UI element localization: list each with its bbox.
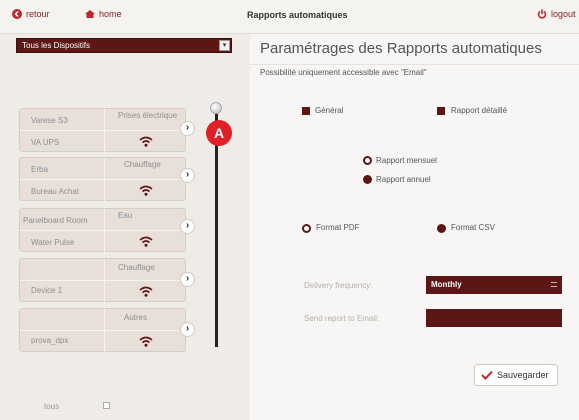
email-input[interactable] xyxy=(426,309,562,327)
device-category: Chauffage xyxy=(118,263,155,272)
menu-handle-icon xyxy=(551,282,557,287)
wifi-icon xyxy=(139,136,153,147)
device-category: Autres xyxy=(124,313,148,322)
checkmark-icon xyxy=(481,370,493,380)
device-site: Panelboard Room xyxy=(23,216,88,225)
device-card[interactable]: Panelboard Room Eau Water Pulse xyxy=(19,208,187,253)
device-name: Device 1 xyxy=(31,286,63,295)
send-email-label: Send report to Email: xyxy=(304,314,380,323)
dropdown-arrow-icon[interactable]: ▾ xyxy=(219,40,230,51)
home-icon xyxy=(85,10,95,18)
divider xyxy=(250,64,579,65)
save-label: Sauvegarder xyxy=(497,370,549,380)
device-card[interactable]: Erba Chauffage Bureau Achat xyxy=(19,157,187,202)
device-filter-value: Tous les Dispositifs xyxy=(22,41,91,50)
logout-label: logout xyxy=(551,9,576,19)
settings-subtitle: Possibilité uniquement accessible avec "… xyxy=(260,68,427,77)
general-label: Général xyxy=(315,106,344,115)
detailed-checkbox[interactable] xyxy=(437,107,445,115)
expand-chevron-icon[interactable]: › xyxy=(180,168,195,183)
back-arrow-icon xyxy=(12,9,22,19)
expand-chevron-icon[interactable]: › xyxy=(180,272,195,287)
device-card[interactable]: Chauffage Device 1 xyxy=(19,258,187,303)
device-card[interactable]: Varese S3 Prises électrique VA UPS xyxy=(19,108,187,153)
device-name: Water Pulse xyxy=(31,238,75,247)
expand-chevron-icon[interactable]: › xyxy=(180,121,195,136)
device-name: VA UPS xyxy=(31,138,60,147)
select-all-checkbox[interactable] xyxy=(103,402,110,409)
save-button[interactable]: Sauvegarder xyxy=(474,364,558,386)
device-category: Prises électrique xyxy=(118,111,178,120)
csv-radio[interactable] xyxy=(437,224,446,233)
home-link[interactable]: home xyxy=(85,9,122,19)
csv-label: Format CSV xyxy=(451,223,496,232)
delivery-frequency-label: Delivery frequency: xyxy=(304,281,373,290)
logout-link[interactable]: logout xyxy=(537,9,576,19)
device-site: Varese S3 xyxy=(31,116,68,125)
settings-title: Paramétrages des Rapports automatiques xyxy=(260,40,542,57)
yearly-label: Rapport annuel xyxy=(376,175,431,184)
wifi-icon xyxy=(139,185,153,196)
settings-panel xyxy=(250,34,579,420)
wifi-icon xyxy=(139,286,153,297)
device-site: Erba xyxy=(31,165,48,174)
device-card[interactable]: Autres prova_dpx xyxy=(19,308,187,353)
expand-chevron-icon[interactable]: › xyxy=(180,219,195,234)
device-name: Bureau Achat xyxy=(31,187,80,196)
page-title: Rapports automatiques xyxy=(247,10,348,20)
annotation-marker-a: A xyxy=(206,120,232,146)
device-category: Eau xyxy=(118,211,133,220)
device-filter-select[interactable]: Tous les Dispositifs ▾ xyxy=(16,38,232,53)
select-all-label: tous xyxy=(44,402,60,411)
device-category: Chauffage xyxy=(124,160,161,169)
device-name: prova_dpx xyxy=(31,336,69,345)
expand-chevron-icon[interactable]: › xyxy=(180,322,195,337)
wifi-icon xyxy=(139,236,153,247)
detailed-label: Rapport détaillé xyxy=(451,106,508,115)
pdf-radio[interactable] xyxy=(302,224,311,233)
top-bar: retour home Rapports automatiques logout xyxy=(0,0,579,34)
pdf-label: Format PDF xyxy=(316,223,360,232)
general-checkbox[interactable] xyxy=(302,107,310,115)
back-link[interactable]: retour xyxy=(12,9,50,19)
scroll-handle[interactable] xyxy=(210,102,222,114)
power-icon xyxy=(537,9,547,19)
delivery-frequency-value: Monthly xyxy=(431,280,462,289)
monthly-label: Rapport mensuel xyxy=(376,156,437,165)
home-label: home xyxy=(99,9,122,19)
back-label: retour xyxy=(26,9,50,19)
monthly-radio[interactable] xyxy=(363,156,372,165)
yearly-radio[interactable] xyxy=(363,175,372,184)
delivery-frequency-select[interactable]: Monthly xyxy=(426,276,562,294)
wifi-icon xyxy=(139,336,153,347)
